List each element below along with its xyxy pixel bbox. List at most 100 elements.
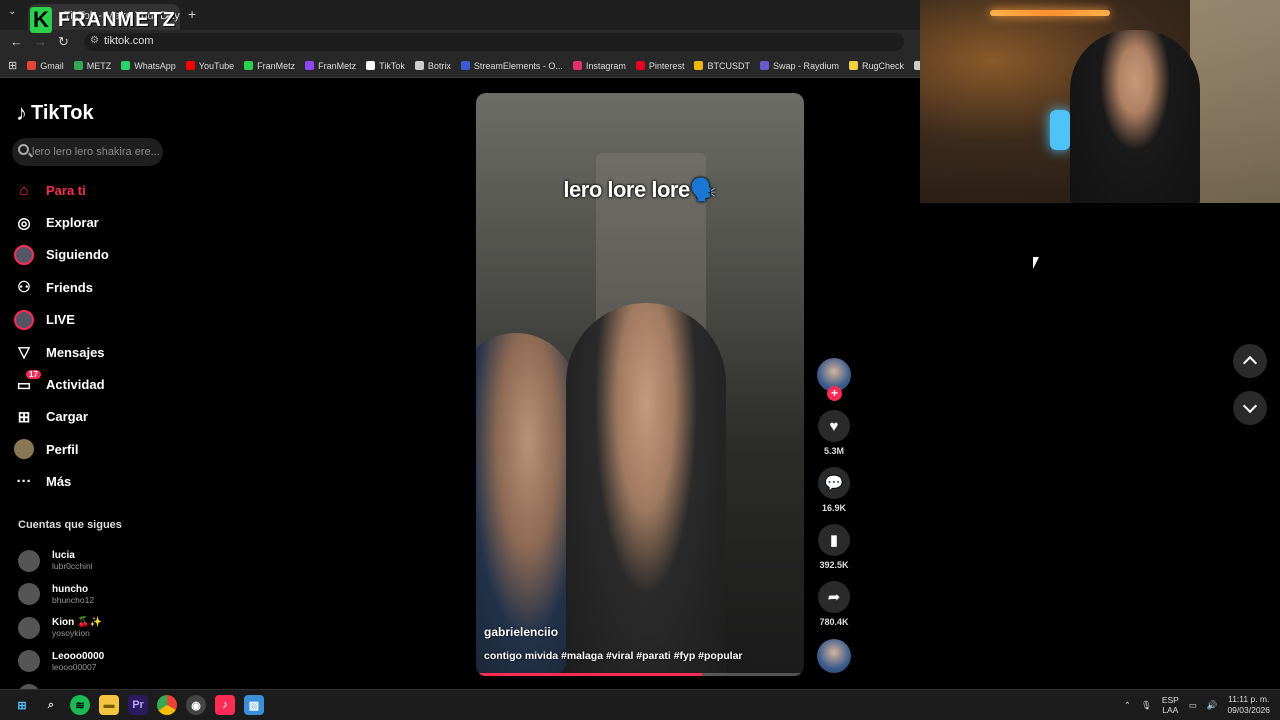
sidebar-item-label: Actividad	[46, 377, 105, 393]
video-actions: + ♥ 5.3M 💬 16.9K ▮ 392.5K ➦ 780.4K	[815, 358, 853, 673]
sidebar-item-live[interactable]: LIVE	[14, 304, 174, 336]
tab-search-icon[interactable]: ⌄	[8, 6, 16, 17]
following-account[interactable]: Kion 🍒✨ yosoykion	[18, 611, 168, 645]
tray-chevron-up-icon[interactable]: ⌃	[1124, 700, 1131, 711]
reload-icon[interactable]: ↻	[58, 34, 69, 50]
sidebar-item-friends[interactable]: ⚇ Friends	[14, 271, 174, 303]
bookmark-favicon-icon	[27, 61, 37, 70]
back-icon[interactable]: ←	[10, 34, 23, 49]
language-indicator[interactable]: ESP LAA	[1162, 695, 1179, 715]
bookmark-item[interactable]: Pinterest	[635, 60, 685, 71]
music-disc-avatar[interactable]	[817, 639, 851, 673]
bookmark-item[interactable]: METZ	[73, 60, 112, 71]
like-button[interactable]: ♥	[818, 410, 850, 442]
comment-count: 16.9K	[821, 503, 847, 513]
bookmark-label: BTCUSDT	[707, 60, 750, 71]
video-player[interactable]: lero lore lore🗣️ gabrielenciio contigo m…	[476, 93, 804, 676]
avatar	[18, 650, 40, 673]
avatar	[18, 616, 40, 639]
sidebar-item-mensajes[interactable]: ▽ Mensajes	[14, 336, 174, 368]
url-text: tiktok.com	[104, 35, 154, 47]
compass-icon: ◎	[17, 214, 31, 232]
bookmark-item[interactable]: FranMetz	[305, 61, 356, 71]
bookmark-label: METZ	[86, 60, 112, 71]
account-name: Leooo0000	[52, 650, 105, 662]
bookmark-favicon-icon	[635, 61, 645, 70]
sidebar-item-perfil[interactable]: Perfil	[14, 433, 174, 465]
bookmark-item[interactable]: WhatsApp	[121, 61, 176, 71]
bookmark-item[interactable]: Botrix	[414, 61, 451, 71]
bookmark-item[interactable]: Gmail	[27, 61, 64, 71]
forward-icon[interactable]: →	[34, 34, 47, 49]
previous-video-button[interactable]	[1233, 344, 1267, 378]
url-field[interactable]: ⚙ tiktok.com	[84, 33, 904, 51]
share-button[interactable]: ➦	[818, 581, 850, 613]
video-overlay-text: lero lore lore🗣️	[563, 177, 717, 202]
sidebar-item-label: Perfil	[46, 441, 79, 457]
sidebar-item-label: Más	[46, 474, 72, 490]
video-author[interactable]: gabrielenciio	[484, 625, 558, 639]
spotify-icon[interactable]: ≋	[70, 695, 90, 715]
next-video-button[interactable]	[1233, 391, 1267, 425]
video-progress-bar[interactable]	[476, 673, 804, 676]
tiktok-logo[interactable]: ♪ TikTok	[16, 100, 94, 126]
bookmark-item[interactable]: Swap - Raydium	[759, 61, 839, 71]
comment-button[interactable]: 💬	[818, 467, 850, 499]
bookmark-label: Pinterest	[648, 60, 685, 71]
webcam-microphone	[1050, 110, 1070, 150]
like-count: 5.3M	[823, 446, 844, 456]
sidebar-item-para-ti[interactable]: ⌂ Para ti	[14, 174, 174, 206]
save-count: 392.5K	[819, 560, 849, 570]
sidebar-item-explorar[interactable]: ◎ Explorar	[14, 206, 174, 238]
windows-start-icon[interactable]: ⊞	[12, 695, 32, 715]
home-icon: ⌂	[19, 181, 29, 199]
avatar	[18, 583, 40, 606]
following-account[interactable]: lucia lubr0cchini	[18, 544, 168, 578]
volume-icon[interactable]: 🔊	[1207, 700, 1218, 711]
share-icon: ➦	[827, 589, 841, 606]
search-taskbar-icon[interactable]: ⌕	[41, 695, 61, 715]
account-name: Kion 🍒✨	[52, 617, 102, 629]
bookmark-favicon-icon	[848, 61, 858, 70]
following-account[interactable]: huncho bhuncho12	[18, 578, 168, 612]
sidebar-item-cargar[interactable]: ⊞ Cargar	[14, 401, 174, 433]
follow-plus-icon[interactable]: +	[827, 386, 842, 401]
search-icon[interactable]	[18, 144, 29, 155]
system-clock[interactable]: 11:11 p. m. 09/03/2026	[1227, 694, 1270, 716]
bookmark-item[interactable]: BTCUSDT	[694, 61, 750, 71]
bookmark-label: WhatsApp	[134, 60, 176, 71]
obs-icon[interactable]: ◉	[186, 695, 206, 715]
video-caption[interactable]: contigo mivida #malaga #viral #parati #f…	[484, 650, 743, 662]
streamer-webcam	[920, 0, 1280, 203]
site-info-icon[interactable]: ⚙	[90, 35, 99, 46]
bookmark-item[interactable]: Instagram	[572, 61, 626, 71]
upload-icon: ⊞	[17, 408, 31, 426]
sidebar-item-actividad[interactable]: ▭ Actividad 17	[14, 368, 174, 400]
following-account[interactable]: Leooo0000 leooo00007	[18, 645, 168, 679]
new-tab-icon[interactable]: +	[188, 6, 196, 22]
sidebar-item-siguiendo[interactable]: Siguiendo	[14, 239, 174, 271]
following-avatar-icon	[14, 244, 34, 265]
clock-date: 09/03/2026	[1227, 705, 1270, 715]
save-button[interactable]: ▮	[818, 524, 850, 556]
chrome-icon[interactable]	[157, 695, 177, 715]
bookmark-icon: ▮	[829, 532, 839, 549]
bookmark-item[interactable]: TikTok	[366, 61, 405, 71]
friends-icon: ⚇	[17, 279, 31, 297]
microphone-icon[interactable]: 🎙	[1141, 700, 1152, 711]
bookmark-favicon-icon	[460, 61, 470, 70]
premiere-pro-icon[interactable]: Pr	[128, 695, 148, 715]
tiktok-app-icon[interactable]: ♪	[215, 695, 235, 715]
network-icon[interactable]: ▭	[1189, 700, 1197, 711]
bookmark-item[interactable]: StreamElements - O...	[460, 61, 563, 71]
creator-avatar[interactable]: +	[817, 358, 851, 401]
photos-app-icon[interactable]: ▨	[244, 695, 264, 715]
file-explorer-icon[interactable]: ▬	[99, 695, 119, 715]
search-bar[interactable]	[12, 138, 163, 166]
bookmark-item[interactable]: FranMetz	[244, 61, 295, 71]
sidebar-item-m-s[interactable]: ··· Más	[14, 466, 174, 498]
bookmark-item[interactable]: YouTube	[185, 61, 234, 71]
bookmark-item[interactable]: RugCheck	[848, 61, 904, 71]
apps-grid-icon[interactable]: ⊞	[8, 59, 17, 72]
search-input[interactable]	[32, 142, 160, 162]
